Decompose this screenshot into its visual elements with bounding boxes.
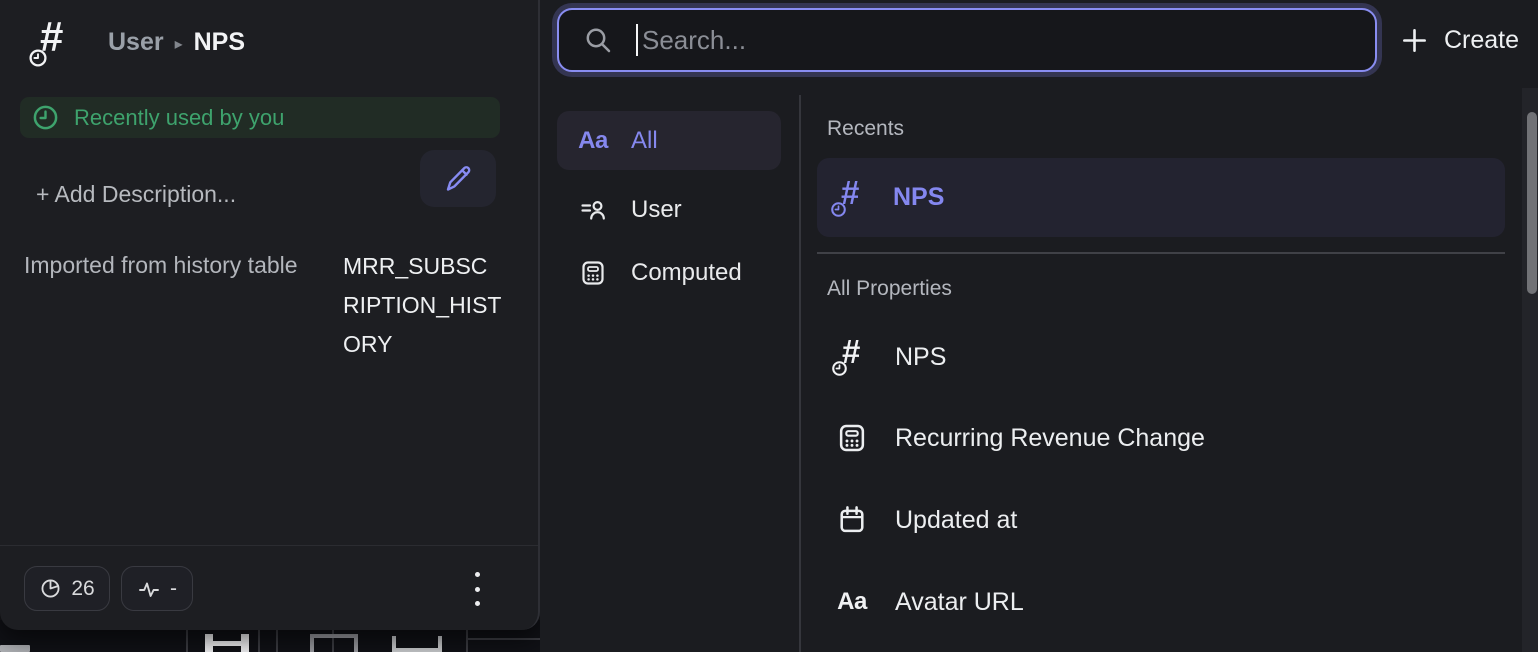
background-gridline	[466, 630, 468, 652]
number-clock-icon: #	[30, 20, 76, 68]
create-button-label: Create	[1444, 26, 1519, 55]
import-source-value: MRR_SUBSCRIPTION_HISTORY	[343, 247, 503, 364]
section-header-recents: Recents	[827, 117, 904, 141]
tab-label: Computed	[631, 259, 742, 287]
background-gridline	[258, 630, 260, 652]
user-list-icon	[577, 196, 609, 224]
pie-chart-icon	[39, 577, 62, 600]
recent-item-nps[interactable]: # NPS	[817, 158, 1505, 237]
calendar-icon	[833, 504, 871, 536]
kebab-dot	[475, 601, 480, 606]
property-detail-card: # User ▸ NPS Recently used by you + Add …	[0, 0, 540, 630]
more-options-button[interactable]	[468, 572, 486, 606]
recently-used-badge: Recently used by you	[20, 97, 500, 138]
text-aa-icon: Aa	[577, 127, 609, 155]
text-aa-icon: Aa	[833, 588, 871, 616]
section-header-all-properties: All Properties	[827, 277, 952, 301]
property-item-avatar-url[interactable]: Aa Avatar URL	[817, 566, 1505, 638]
scrollbar-thumb[interactable]	[1527, 112, 1537, 294]
chevron-right-icon: ▸	[164, 34, 194, 54]
breadcrumb-current: NPS	[194, 28, 245, 57]
pencil-icon	[441, 162, 475, 196]
property-item-recurring-revenue-change[interactable]: Recurring Revenue Change	[817, 402, 1505, 474]
property-item-label: Updated at	[895, 506, 1017, 535]
background-gridline	[276, 630, 278, 652]
property-item-nps[interactable]: # NPS	[817, 321, 1505, 393]
kebab-dot	[475, 572, 480, 577]
background-shape	[392, 636, 442, 652]
divider	[0, 545, 538, 546]
background-gridline	[186, 630, 188, 652]
divider	[817, 252, 1505, 254]
calculator-icon	[577, 259, 609, 287]
activity-pulse-icon	[137, 577, 161, 601]
background-shape	[0, 645, 30, 652]
tab-label: User	[631, 196, 682, 224]
breadcrumb: User ▸ NPS	[108, 28, 245, 57]
add-description-button[interactable]: + Add Description...	[36, 181, 236, 208]
divider	[799, 95, 801, 652]
clock-icon	[32, 104, 59, 131]
property-item-label: Recurring Revenue Change	[895, 424, 1205, 453]
app-root: # User ▸ NPS Recently used by you + Add …	[0, 0, 1538, 652]
tab-computed[interactable]: Computed	[557, 243, 781, 302]
search-input[interactable]	[638, 25, 1375, 56]
clock-badge-icon	[28, 48, 48, 68]
recently-used-label: Recently used by you	[74, 105, 284, 131]
usage-count-value: 26	[71, 577, 94, 601]
import-source-label: Imported from history table	[24, 252, 298, 279]
property-item-label: NPS	[895, 343, 946, 372]
tab-user[interactable]: User	[557, 180, 781, 239]
property-item-updated-at[interactable]: Updated at	[817, 484, 1505, 556]
search-icon	[583, 25, 614, 56]
edit-description-button[interactable]	[420, 150, 496, 207]
background-shape	[310, 634, 358, 652]
property-item-label: Avatar URL	[895, 588, 1024, 617]
sparkline-value: -	[170, 577, 177, 601]
kebab-dot	[475, 587, 480, 592]
plus-icon	[1400, 26, 1429, 55]
create-button[interactable]: Create	[1400, 14, 1519, 66]
search-bar[interactable]	[557, 8, 1377, 72]
number-clock-icon: #	[834, 338, 870, 376]
calculator-icon	[833, 422, 871, 454]
sparkline-button[interactable]: -	[121, 566, 193, 611]
recent-item-label: NPS	[893, 183, 944, 212]
background-shape	[205, 634, 249, 652]
number-clock-icon: #	[833, 179, 869, 217]
usage-count-button[interactable]: 26	[24, 566, 110, 611]
tab-all[interactable]: Aa All	[557, 111, 781, 170]
breadcrumb-parent[interactable]: User	[108, 28, 164, 57]
property-search-modal: Create Aa All User	[540, 0, 1538, 652]
tab-label: All	[631, 127, 658, 155]
